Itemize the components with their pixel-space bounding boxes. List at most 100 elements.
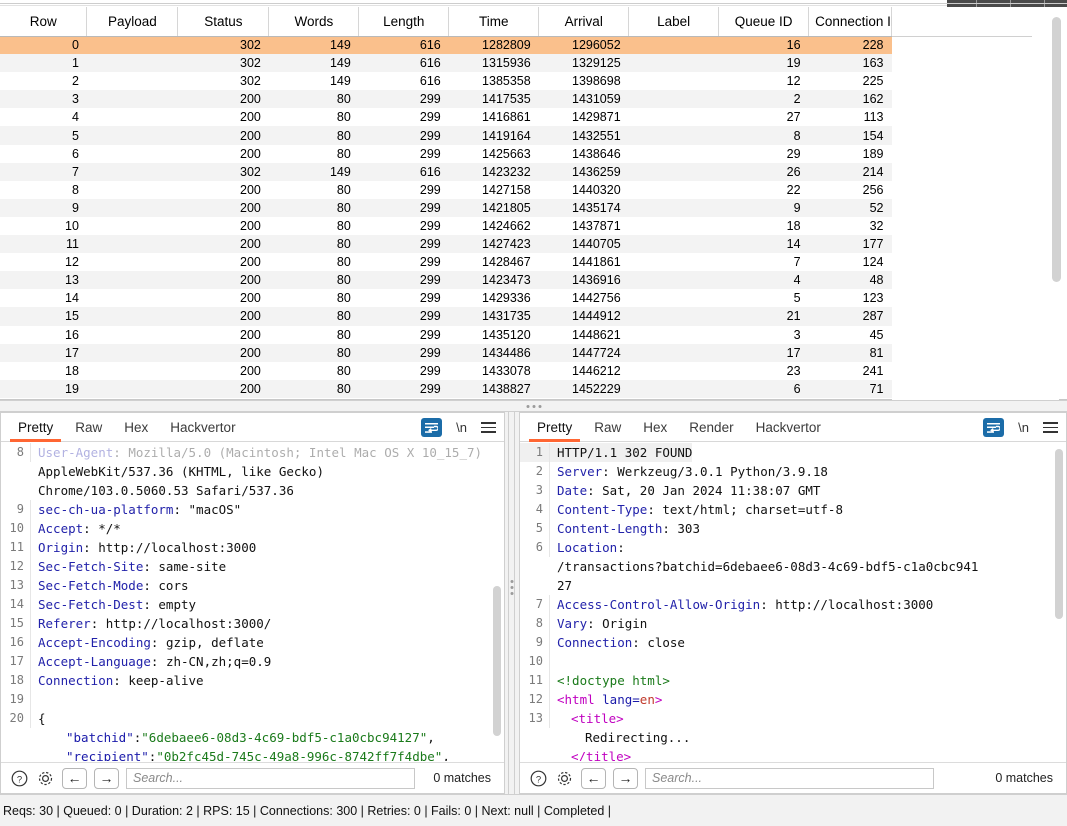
table-row[interactable]: 1220080299142846714418617124 [0,253,892,271]
hamburger-menu-icon[interactable] [1043,422,1058,433]
hamburger-menu-icon[interactable] [481,422,496,433]
column-header-words[interactable]: Words [269,7,359,36]
table-row[interactable]: 192008029914388271452229671 [0,380,892,398]
cell-connection-id: 225 [809,72,892,90]
response-code-area[interactable]: 1 HTTP/1.1 302 FOUND 2Server: Werkzeug/3… [520,443,1066,761]
table-row[interactable]: 132008029914234731436916448 [0,271,892,289]
request-tab-tools: \n [421,413,496,442]
table-row[interactable]: 162008029914351201448621345 [0,326,892,344]
table-row[interactable]: 92008029914218051435174952 [0,199,892,217]
cell-queue-id: 30 [719,398,809,399]
line-text: Date: Sat, 20 Jan 2024 11:38:07 GMT [550,481,820,500]
column-header-status[interactable]: Status [178,7,269,36]
column-header-length[interactable]: Length [359,7,449,36]
vertical-splitter-grip[interactable] [511,580,514,595]
request-tab-raw[interactable]: Raw [64,413,113,442]
table-row[interactable]: 1020080299142466214378711832 [0,217,892,235]
column-header-queue-id[interactable]: Queue ID [719,7,809,36]
cell-row: 2 [0,72,87,90]
request-scrollbar-thumb[interactable] [493,586,501,736]
header-name: Connection [557,635,632,650]
gear-icon[interactable] [36,769,55,788]
response-line: 27 [520,576,1066,595]
table-row[interactable]: 1420080299142933614427565123 [0,289,892,307]
column-header-row[interactable]: Row [0,7,87,36]
cell-label [629,326,719,344]
help-icon[interactable]: ? [529,769,548,788]
table-row[interactable]: 8200802991427158144032022256 [0,181,892,199]
cell-arrival: 1438646 [539,145,629,163]
newline-toggle-icon[interactable]: \n [456,420,467,435]
cell-words: 80 [269,307,359,325]
cell-time: 1419164 [449,126,539,144]
table-row[interactable]: 23021496161385358139869812225 [0,72,892,90]
search-next-button[interactable]: → [613,768,638,789]
cell-length: 299 [359,344,449,362]
column-header-label[interactable]: Label [629,7,719,36]
horizontal-splitter-grip[interactable] [526,405,541,408]
table-row[interactable]: 320080299141753514310592162 [0,90,892,108]
table-row[interactable]: 03021496161282809129605216228 [0,36,892,54]
cell-queue-id: 6 [719,380,809,398]
line-text: </title> [550,747,631,761]
newline-toggle-icon[interactable]: \n [1018,420,1029,435]
table-row[interactable]: 73021496161423232143625926214 [0,163,892,181]
request-tab-hackvertor[interactable]: Hackvertor [159,413,246,442]
response-tab-raw[interactable]: Raw [583,413,632,442]
response-scrollbar-thumb[interactable] [1055,449,1063,619]
search-next-button[interactable]: → [94,768,119,789]
search-prev-button[interactable]: ← [581,768,606,789]
request-tab-hex[interactable]: Hex [113,413,159,442]
cell-length: 299 [359,307,449,325]
results-table-scrollbar-thumb[interactable] [1052,17,1061,282]
column-header-time[interactable]: Time [449,7,539,36]
table-row[interactable]: 1720080299143448614477241781 [0,344,892,362]
response-vertical-scrollbar[interactable] [1055,447,1063,757]
word-wrap-icon[interactable] [983,418,1004,437]
cell-words: 80 [269,326,359,344]
search-prev-button[interactable]: ← [62,768,87,789]
cell-length: 299 [359,217,449,235]
help-icon[interactable]: ? [10,769,29,788]
column-header-arrival[interactable]: Arrival [539,7,629,36]
response-search-input[interactable] [645,768,934,789]
table-row[interactable]: 18200802991433078144621223241 [0,362,892,380]
header-value: : http://localhost:3000 [83,540,256,555]
line-number: 20 [1,709,31,728]
request-code-area[interactable]: 8 User-Agent: Mozilla/5.0 (Macintosh; In… [1,443,504,761]
response-tab-render[interactable]: Render [678,413,744,442]
response-tab-pretty[interactable]: Pretty [526,413,583,442]
header-value: : [617,540,625,555]
table-row[interactable]: 20200802991437109145008630212 [0,398,892,399]
cell-length: 299 [359,253,449,271]
request-vertical-scrollbar[interactable] [493,447,501,757]
cell-queue-id: 26 [719,163,809,181]
table-row[interactable]: 520080299141916414325518154 [0,126,892,144]
table-row[interactable]: 13021496161315936132912519163 [0,54,892,72]
header-value: : Sat, 20 Jan 2024 11:38:07 GMT [587,483,820,498]
cell-time: 1427158 [449,181,539,199]
request-search-input[interactable] [126,768,415,789]
response-tab-hex[interactable]: Hex [632,413,678,442]
response-tab-hackvertor[interactable]: Hackvertor [745,413,832,442]
line-text: Vary: Origin [550,614,647,633]
table-row[interactable]: 6200802991425663143864629189 [0,145,892,163]
request-tab-pretty[interactable]: Pretty [7,413,64,442]
results-table-vertical-scrollbar[interactable] [1052,15,1061,400]
cell-length: 299 [359,235,449,253]
cell-queue-id: 4 [719,271,809,289]
window-top-strip [0,0,1067,7]
gear-icon[interactable] [555,769,574,788]
cell-label [629,145,719,163]
table-row[interactable]: 15200802991431735144491221287 [0,307,892,325]
line-text: Origin: http://localhost:3000 [31,538,256,557]
table-row[interactable]: 11200802991427423144070514177 [0,235,892,253]
column-header-connection-id[interactable]: Connection ID [809,7,892,36]
vertical-splitter[interactable] [505,412,519,794]
table-row[interactable]: 4200802991416861142987127113 [0,108,892,126]
cell-row: 12 [0,253,87,271]
attack-results-table[interactable]: Row Payload Status Words Length Time Arr… [0,7,892,399]
horizontal-splitter[interactable] [0,400,1067,412]
word-wrap-icon[interactable] [421,418,442,437]
column-header-payload[interactable]: Payload [87,7,178,36]
